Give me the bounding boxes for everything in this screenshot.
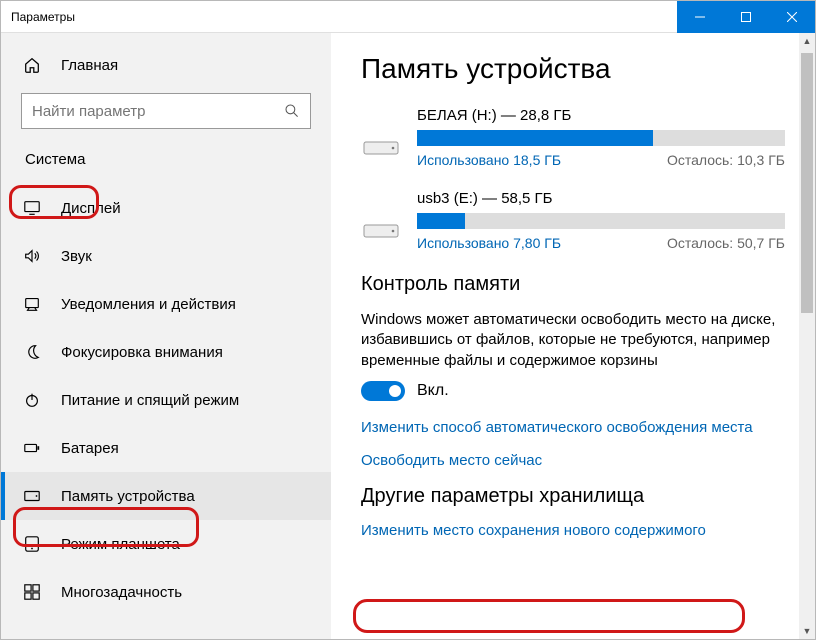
settings-window: Параметры Главная Система [0,0,816,640]
drive-row[interactable]: БЕЛАЯ (H:) — 28,8 ГБ Использовано 18,5 Г… [361,107,785,168]
home-nav[interactable]: Главная [1,47,331,83]
sidebar-item-tablet[interactable]: Режим планшета [1,520,331,568]
usage-bar [417,130,785,146]
drive-remaining: Осталось: 10,3 ГБ [667,152,785,168]
more-heading: Другие параметры хранилища [361,485,785,508]
notifications-icon [23,295,41,313]
sidebar: Главная Система Дисплей Звук Уведомлени [1,33,331,639]
sidebar-item-label: Уведомления и действия [61,296,236,313]
drive-icon [361,190,401,251]
scroll-up-arrow[interactable]: ▲ [799,33,815,49]
home-label: Главная [61,57,118,74]
drive-body: usb3 (E:) — 58,5 ГБ Использовано 7,80 ГБ… [417,190,785,251]
power-icon [23,391,41,409]
drive-name: usb3 (E:) — 58,5 ГБ [417,190,785,207]
drive-used: Использовано 7,80 ГБ [417,235,561,251]
storage-icon [23,487,41,505]
minimize-button[interactable] [677,1,723,33]
sidebar-item-label: Многозадачность [61,584,182,601]
home-icon [23,56,41,74]
annotation-change-location [353,599,745,633]
sidebar-item-display[interactable]: Дисплей [1,184,331,232]
search-input[interactable] [32,103,284,120]
sidebar-item-notifications[interactable]: Уведомления и действия [1,280,331,328]
main-content: Память устройства БЕЛАЯ (H:) — 28,8 ГБ И… [331,33,815,639]
sidebar-item-label: Память устройства [61,488,195,505]
window-body: Главная Система Дисплей Звук Уведомлени [1,33,815,639]
drive-used: Использовано 18,5 ГБ [417,152,561,168]
moon-icon [23,343,41,361]
sidebar-item-battery[interactable]: Батарея [1,424,331,472]
storage-sense-toggle[interactable] [361,381,405,401]
storage-sense-desc: Windows может автоматически освободить м… [361,310,785,371]
scrollbar-thumb[interactable] [801,53,813,313]
drive-icon [361,107,401,168]
titlebar: Параметры [1,1,815,33]
close-button[interactable] [769,1,815,33]
sidebar-item-label: Звук [61,248,92,265]
sidebar-item-storage[interactable]: Память устройства [1,472,331,520]
maximize-button[interactable] [723,1,769,33]
toggle-label: Вкл. [417,382,449,400]
storage-sense-toggle-row: Вкл. [361,381,785,401]
usage-bar-fill [417,213,465,229]
sidebar-item-label: Батарея [61,440,119,457]
tablet-icon [23,535,41,553]
sidebar-item-label: Питание и спящий режим [61,392,239,409]
sidebar-item-multitask[interactable]: Многозадачность [1,568,331,616]
sidebar-item-sound[interactable]: Звук [1,232,331,280]
search-box[interactable] [21,93,311,129]
drive-body: БЕЛАЯ (H:) — 28,8 ГБ Использовано 18,5 Г… [417,107,785,168]
battery-icon [23,439,41,457]
page-title: Память устройства [361,53,785,85]
sidebar-item-focus[interactable]: Фокусировка внимания [1,328,331,376]
scrollbar[interactable]: ▲ ▼ [799,33,815,639]
search-icon [284,103,300,119]
display-icon [23,199,41,217]
link-free-space-now[interactable]: Освободить место сейчас [361,452,785,469]
scroll-down-arrow[interactable]: ▼ [799,623,815,639]
link-configure-cleanup[interactable]: Изменить способ автоматического освобожд… [361,419,785,436]
link-change-save-location[interactable]: Изменить место сохранения нового содержи… [361,522,785,539]
usage-bar [417,213,785,229]
category-heading: Система [15,147,95,172]
storage-sense-heading: Контроль памяти [361,273,785,296]
drive-remaining: Осталось: 50,7 ГБ [667,235,785,251]
usage-bar-fill [417,130,653,146]
sidebar-item-label: Режим планшета [61,536,180,553]
drive-row[interactable]: usb3 (E:) — 58,5 ГБ Использовано 7,80 ГБ… [361,190,785,251]
sidebar-item-power[interactable]: Питание и спящий режим [1,376,331,424]
sidebar-item-label: Дисплей [61,200,121,217]
multitask-icon [23,583,41,601]
drive-name: БЕЛАЯ (H:) — 28,8 ГБ [417,107,785,124]
sound-icon [23,247,41,265]
sidebar-item-label: Фокусировка внимания [61,344,223,361]
window-title: Параметры [1,10,677,24]
